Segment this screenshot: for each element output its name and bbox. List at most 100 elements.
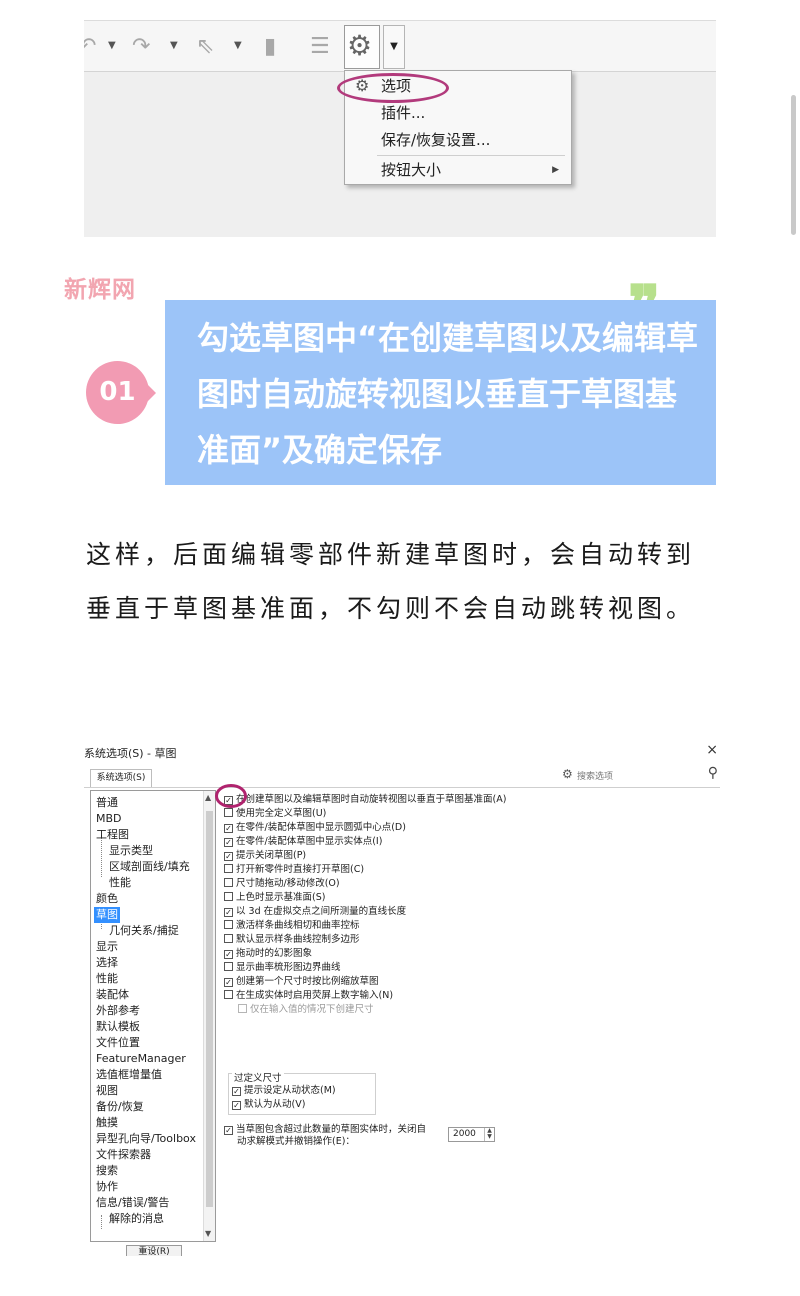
option-drag-modify-dimensions[interactable]: 尺寸随拖动/移动修改(O) [224, 877, 340, 890]
tree-item-colors[interactable]: 颜色 [96, 891, 118, 907]
chevron-down-icon[interactable]: ▼ [170, 36, 178, 56]
undo-icon[interactable]: ↶ [84, 33, 96, 61]
checkbox[interactable] [224, 808, 233, 817]
option-curvature-comb[interactable]: 显示曲率梳形图边界曲线 [224, 961, 341, 974]
tree-item-spin-box-increments[interactable]: 选值框增量值 [96, 1067, 162, 1083]
option-ghost-image-drag[interactable]: ✓ 拖动时的幻影图象 [224, 947, 312, 960]
options-dropdown-button[interactable]: ▼ [383, 25, 405, 69]
scroll-up-icon[interactable]: ▲ [205, 793, 211, 802]
highlight-circle [215, 784, 247, 808]
tree-item-selection[interactable]: 选择 [96, 955, 118, 971]
chevron-down-icon: ▼ [390, 41, 398, 52]
entity-limit-spinner[interactable]: 2000 ▲ ▼ [448, 1127, 495, 1142]
checkbox[interactable] [224, 934, 233, 943]
tree-item-messages[interactable]: 信息/错误/警告 [96, 1195, 169, 1211]
tree-item-featuremanager[interactable]: FeatureManager [96, 1051, 186, 1067]
tree-item-dismissed-messages[interactable]: 解除的消息 [109, 1211, 164, 1227]
tree-item-file-explorer[interactable]: 文件探索器 [96, 1147, 151, 1163]
file-properties-icon[interactable]: ☰ [310, 33, 330, 61]
tree-item-view[interactable]: 视图 [96, 1083, 118, 1099]
option-fully-defined-sketch[interactable]: 使用完全定义草图(U) [224, 807, 326, 820]
option-auto-rotate-view[interactable]: ✓ 在创建草图以及编辑草图时自动旋转视图以垂直于草图基准面(A) [224, 793, 506, 806]
option-display-plane-shaded[interactable]: 上色时显示基准面(S) [224, 891, 325, 904]
tree-item-default-templates[interactable]: 默认模板 [96, 1019, 140, 1035]
option-onscreen-numeric-input[interactable]: 在生成实体时启用荧屏上数字输入(N) [224, 989, 393, 1002]
system-options-dialog: 系统选项(S) - 草图 × 系统选项(S) ⚙ 搜索选项 ⚲ 普通 MBD 工… [84, 740, 720, 1256]
option-show-entity-points[interactable]: ✓ 在零件/装配体草图中显示实体点(I) [224, 835, 382, 848]
tree-item-display[interactable]: 显示 [96, 939, 118, 955]
body-paragraph: 这样，后面编辑零部件新建草图时，会自动转到垂直于草图基准面，不勾则不会自动跳转视… [86, 540, 696, 623]
tree-item-display-style[interactable]: 显示类型 [109, 843, 153, 859]
page-scrollbar[interactable] [791, 95, 796, 235]
options-gear-button[interactable]: ⚙ [344, 25, 380, 69]
gear-icon: ⚙ [347, 29, 373, 62]
step-callout: 勾选草图中“在创建草图以及编辑草图时自动旋转视图以垂直于草图基准面”及确定保存 [165, 300, 716, 485]
checkbox [238, 1004, 247, 1013]
tree-item-file-locations[interactable]: 文件位置 [96, 1035, 140, 1051]
tree-item-touch[interactable]: 触摸 [96, 1115, 118, 1131]
checkbox[interactable]: ✓ [224, 838, 233, 847]
menu-item-save-restore[interactable]: 保存/恢复设置... [345, 127, 571, 153]
checkbox[interactable]: ✓ [224, 824, 233, 833]
option-spline-polygon[interactable]: 默认显示样条曲线控制多边形 [224, 933, 360, 946]
traffic-light-icon[interactable]: ▮ [264, 33, 276, 61]
checkbox[interactable] [224, 990, 233, 999]
checkbox[interactable]: ✓ [224, 978, 233, 987]
tree-item-mbd[interactable]: MBD [96, 811, 122, 827]
tree-item-hole-wizard-toolbox[interactable]: 异型孔向导/Toolbox [96, 1131, 196, 1147]
select-arrow-icon[interactable]: ⇖ [196, 33, 214, 61]
tree-item-drawing-performance[interactable]: 性能 [109, 875, 131, 891]
tree-item-drawings[interactable]: 工程图 [96, 827, 129, 843]
checkbox[interactable]: ✓ [224, 950, 233, 959]
tree-item-area-hatch[interactable]: 区域剖面线/填充 [109, 859, 190, 875]
option-default-driven[interactable]: ✓ 默认为从动(V) [232, 1098, 305, 1111]
checkbox[interactable] [224, 962, 233, 971]
menu-separator [377, 155, 565, 156]
tree-item-general[interactable]: 普通 [96, 795, 118, 811]
tree-item-search[interactable]: 搜索 [96, 1163, 118, 1179]
menu-item-button-size[interactable]: 按钮大小 ▶ [345, 157, 571, 183]
search-icon[interactable]: ⚲ [708, 765, 718, 781]
tab-divider [84, 787, 720, 788]
option-show-arc-centers[interactable]: ✓ 在零件/装配体草图中显示圆弧中心点(D) [224, 821, 406, 834]
tree-item-performance[interactable]: 性能 [96, 971, 118, 987]
tree-item-external-references[interactable]: 外部参考 [96, 1003, 140, 1019]
options-category-tree: 普通 MBD 工程图 显示类型 区域剖面线/填充 性能 颜色 草图 几何关系/捕… [90, 790, 216, 1242]
spinner-arrows-icon[interactable]: ▲ ▼ [484, 1128, 494, 1141]
redo-icon[interactable]: ↷ [132, 33, 150, 61]
checkbox[interactable] [224, 878, 233, 887]
tree-guide-line [101, 1215, 102, 1229]
checkbox[interactable] [224, 920, 233, 929]
chevron-down-icon[interactable]: ▼ [234, 36, 242, 56]
step-number-badge: 01 [86, 361, 149, 424]
tab-system-options[interactable]: 系统选项(S) [90, 769, 152, 787]
tree-scroll-thumb[interactable] [206, 811, 213, 1207]
toolbar-screenshot: ↶ ▼ ↷ ▼ ⇖ ▼ ▮ ☰ ⚙ ▼ ⚙ 选项 插件... 保存/恢复设置..… [84, 20, 716, 237]
checkbox[interactable]: ✓ [224, 852, 233, 861]
tree-item-relations-snaps[interactable]: 几何关系/捕捉 [109, 923, 179, 939]
reset-button[interactable]: 重设(R) [126, 1245, 182, 1256]
tree-scrollbar[interactable]: ▲ ▼ [203, 791, 215, 1241]
checkbox[interactable]: ✓ [232, 1101, 241, 1110]
tree-item-collaboration[interactable]: 协作 [96, 1179, 118, 1195]
option-prompt-driven-state[interactable]: ✓ 提示设定从动状态(M) [232, 1084, 336, 1097]
option-spline-handles[interactable]: 激活样条曲线相切和曲率控标 [224, 919, 360, 932]
checkbox[interactable]: ✓ [232, 1087, 241, 1096]
checkbox[interactable] [224, 892, 233, 901]
option-open-sketch-new-part[interactable]: 打开新零件时直接打开草图(C) [224, 863, 364, 876]
checkbox[interactable] [224, 864, 233, 873]
checkbox[interactable]: ✓ [224, 908, 233, 917]
menu-item-addins[interactable]: 插件... [345, 100, 571, 126]
tree-item-assemblies[interactable]: 装配体 [96, 987, 129, 1003]
option-scale-first-dimension[interactable]: ✓ 创建第一个尺寸时按比例缩放草图 [224, 975, 379, 988]
tree-item-backup-recover[interactable]: 备份/恢复 [96, 1099, 144, 1115]
close-icon[interactable]: × [706, 742, 718, 758]
search-options-field[interactable]: ⚙ 搜索选项 ⚲ [560, 765, 720, 785]
tree-item-sketch[interactable]: 草图 [94, 907, 120, 923]
checkbox[interactable]: ✓ [224, 1126, 233, 1135]
chevron-down-icon[interactable]: ▼ [108, 36, 116, 56]
sketch-options-panel: ✓ 在创建草图以及编辑草图时自动旋转视图以垂直于草图基准面(A) 使用完全定义草图… [224, 792, 718, 1242]
scroll-down-icon[interactable]: ▼ [205, 1229, 211, 1238]
option-3d-line-length[interactable]: ✓ 以 3d 在虚拟交点之间所测量的直线长度 [224, 905, 406, 918]
option-prompt-close-sketch[interactable]: ✓ 提示关闭草图(P) [224, 849, 306, 862]
